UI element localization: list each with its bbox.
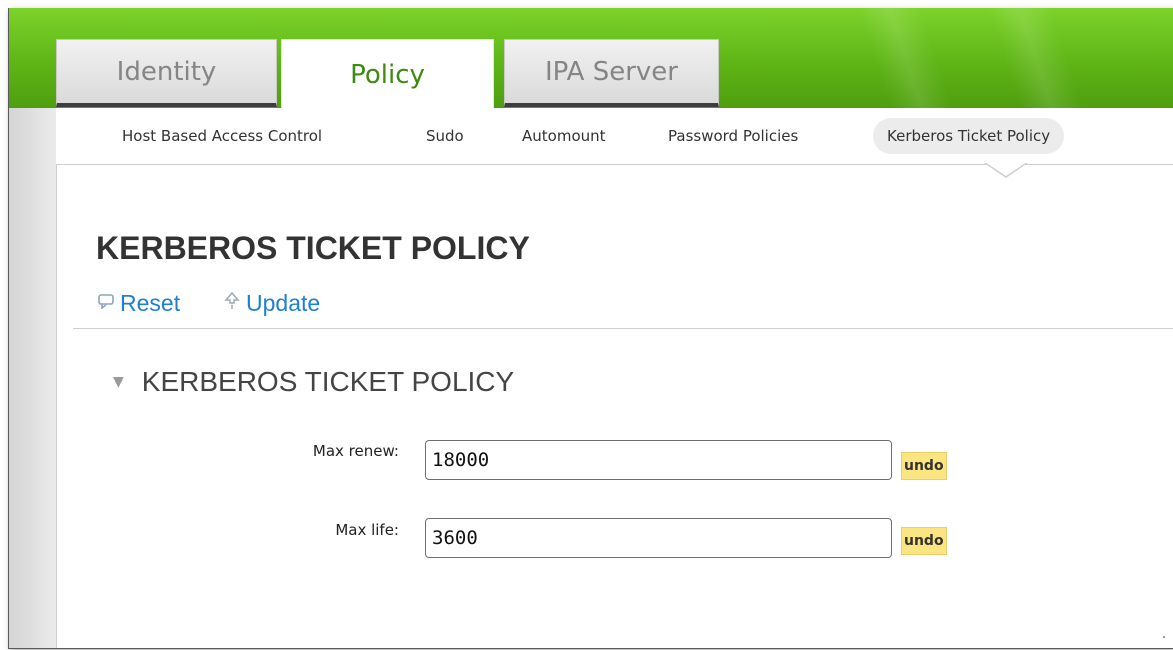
subnav-item-hbac[interactable]: Host Based Access Control	[122, 118, 322, 154]
tab-identity[interactable]: Identity	[56, 39, 277, 107]
page-title: KERBEROS TICKET POLICY	[96, 230, 530, 266]
max-renew-input[interactable]	[425, 440, 892, 480]
reset-icon	[98, 293, 115, 314]
divider	[73, 328, 1173, 329]
max-renew-label: Max renew:	[312, 442, 399, 460]
update-button[interactable]: Update	[223, 290, 320, 317]
tab-ipa-server[interactable]: IPA Server	[504, 39, 719, 107]
section-header[interactable]: ▼ KERBEROS TICKET POLICY	[113, 366, 514, 398]
app-window: Identity Policy IPA Server Host Based Ac…	[8, 8, 1173, 649]
subnav-item-automount[interactable]: Automount	[522, 118, 606, 154]
tab-ipa-server-label: IPA Server	[545, 56, 678, 87]
reset-button[interactable]: Reset	[98, 290, 180, 317]
section-title: KERBEROS TICKET POLICY	[141, 366, 515, 397]
tab-identity-label: Identity	[116, 56, 217, 87]
subnav-item-password-policies[interactable]: Password Policies	[668, 118, 798, 154]
active-subnav-pointer	[984, 162, 1028, 178]
tab-policy[interactable]: Policy	[281, 39, 494, 110]
subnav-item-kerberos-ticket-policy[interactable]: Kerberos Ticket Policy	[873, 118, 1065, 154]
subnav-item-sudo[interactable]: Sudo	[426, 118, 464, 154]
max-life-label: Max life:	[335, 521, 399, 539]
max-renew-undo-button[interactable]: undo	[901, 452, 947, 480]
max-life-undo-button[interactable]: undo	[901, 527, 947, 555]
update-icon	[223, 291, 241, 315]
max-life-input[interactable]	[425, 518, 892, 558]
reset-label: Reset	[120, 290, 181, 316]
sub-navigation: Host Based Access Control Sudo Automount…	[56, 108, 1173, 165]
update-label: Update	[246, 290, 321, 316]
resize-dot	[1163, 636, 1165, 638]
collapse-triangle-icon[interactable]: ▼	[113, 374, 124, 390]
header-bar: Identity Policy IPA Server	[9, 8, 1173, 173]
tab-policy-label: Policy	[350, 60, 425, 90]
left-strip	[9, 108, 57, 648]
